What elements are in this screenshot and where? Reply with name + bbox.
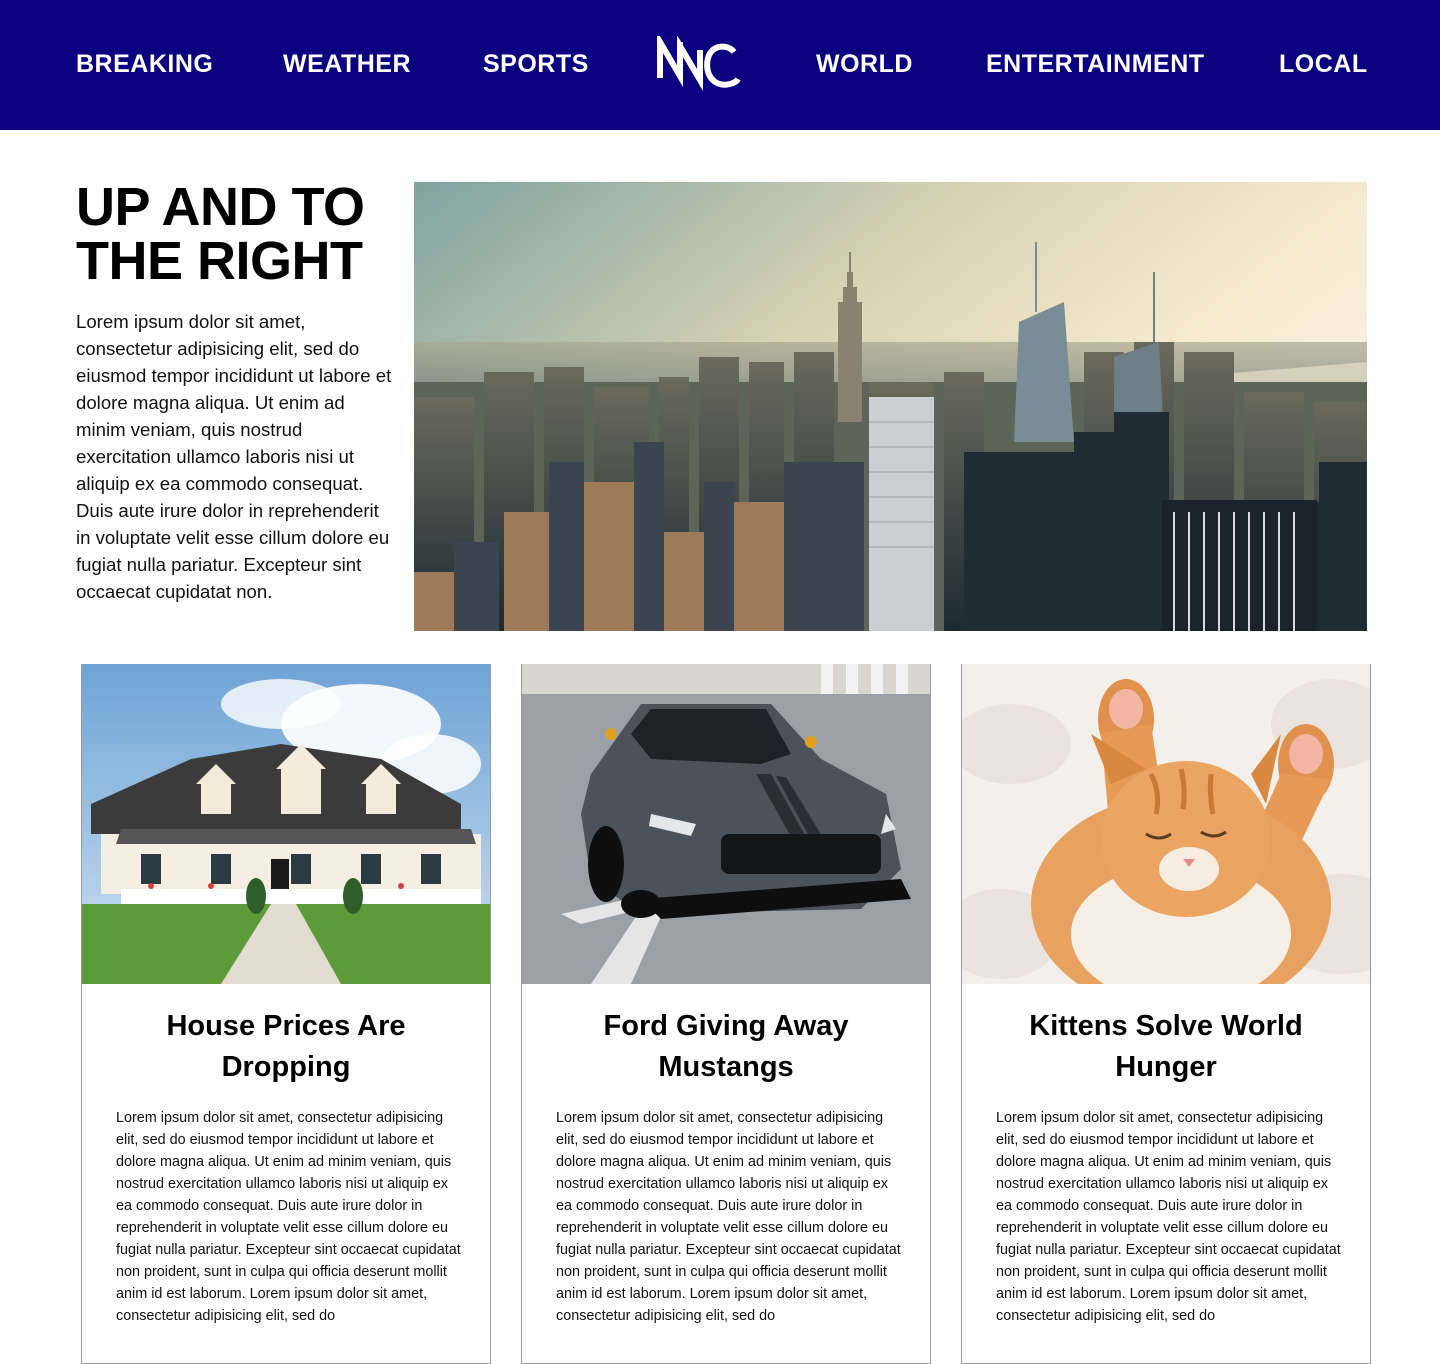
card-body-text: Lorem ipsum dolor sit amet, consectetur … [556,1110,901,1324]
nav-link-local[interactable]: LOCAL [1279,48,1368,80]
nav-link-breaking[interactable]: BREAKING [76,48,213,80]
city-skyline-image[interactable] [414,182,1367,631]
nav-link-world[interactable]: WORLD [816,48,913,80]
kitten-image[interactable] [962,664,1370,984]
hero-headline[interactable]: UP AND TO THE RIGHT [76,180,406,288]
nnc-logo-icon[interactable] [652,30,744,92]
mustang-car-image[interactable] [522,664,930,984]
top-navbar: BREAKING WEATHER SPORTS WORLD ENTERTAINM… [0,0,1440,130]
card-title[interactable]: Ford Giving Away Mustangs [542,1006,910,1088]
nav-link-entertainment[interactable]: ENTERTAINMENT [986,48,1205,80]
news-card: House Prices Are Dropping Lorem ipsum do… [81,664,491,1364]
news-card: Kittens Solve World Hunger Lorem ipsum d… [961,664,1371,1364]
card-body-text: Lorem ipsum dolor sit amet, consectetur … [116,1110,461,1324]
house-image[interactable] [82,664,490,984]
card-title[interactable]: House Prices Are Dropping [102,1006,470,1088]
news-card: Ford Giving Away Mustangs Lorem ipsum do… [521,664,931,1364]
nav-link-sports[interactable]: SPORTS [483,48,589,80]
card-body-text: Lorem ipsum dolor sit amet, consectetur … [996,1110,1341,1324]
nav-link-weather[interactable]: WEATHER [283,48,411,80]
hero-body-text: Lorem ipsum dolor sit amet, consectetur … [76,311,392,602]
card-title[interactable]: Kittens Solve World Hunger [982,1006,1350,1088]
